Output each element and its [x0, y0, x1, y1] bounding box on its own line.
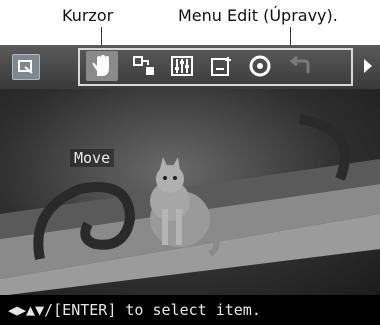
photo-preview: Move [0, 89, 380, 296]
add-frame-icon [211, 57, 231, 76]
undo-tool-button[interactable] [284, 51, 316, 81]
red-eye-tool-button[interactable] [244, 51, 276, 81]
edit-menu-callout: Menu Edit (Úpravy). [178, 6, 338, 25]
undo-icon [289, 55, 310, 73]
frame-tool-button[interactable] [206, 51, 238, 81]
cat-photo-image [0, 114, 380, 296]
red-eye-icon [249, 55, 271, 77]
hand-cursor-icon [92, 55, 109, 76]
cursor-callout: Kurzor [62, 6, 114, 25]
status-hint-text: ◀▶▲▼/[ENTER] to select item. [8, 301, 261, 319]
transfer-tool-button[interactable] [128, 51, 160, 81]
device-screen: Move ◀▶▲▼/[ENTER] to select item. [0, 45, 380, 325]
adjust-sliders-icon [171, 56, 193, 76]
adjust-tool-button[interactable] [166, 51, 198, 81]
back-button[interactable] [12, 54, 40, 80]
transfer-icon [133, 56, 154, 75]
edit-menu-leader-line [290, 27, 291, 47]
mode-label: Move [70, 149, 115, 167]
cursor-tool-button[interactable] [86, 51, 118, 81]
status-bar: ◀▶▲▼/[ENTER] to select item. [0, 295, 380, 325]
back-icon [18, 60, 33, 74]
edit-toolbar [0, 45, 380, 89]
next-arrow-icon[interactable] [364, 59, 372, 73]
